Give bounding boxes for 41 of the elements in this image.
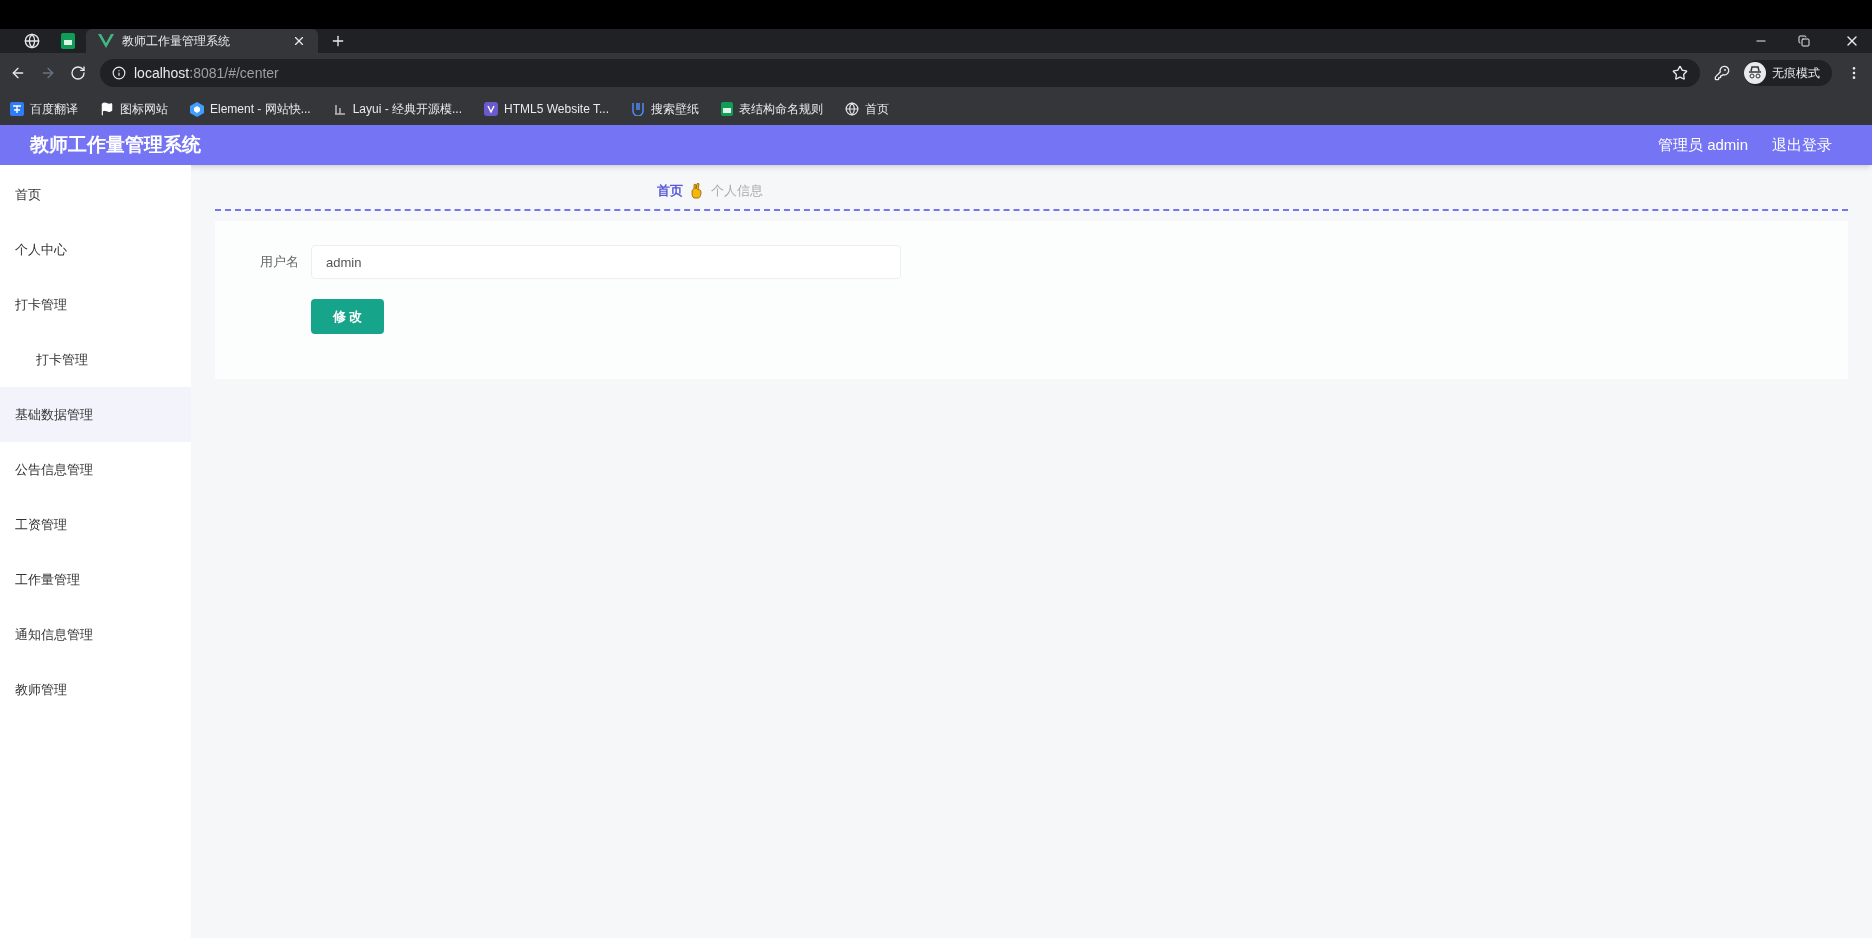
key-icon[interactable] xyxy=(1714,65,1730,81)
breadcrumb-current: 个人信息 xyxy=(710,182,763,201)
globe-icon xyxy=(24,33,40,49)
username-field[interactable]: admin xyxy=(311,245,901,279)
user-label: 管理员 admin xyxy=(1657,134,1748,155)
bookmark-item[interactable]: 表结构命名规则 xyxy=(721,100,831,118)
bookmark-star-icon[interactable] xyxy=(1672,65,1688,81)
address-bar[interactable]: localhost:8081/#/center xyxy=(100,59,1700,87)
bookmark-item[interactable]: Layui - 经典开源模... xyxy=(332,100,471,118)
incognito-badge[interactable]: 无痕模式 xyxy=(1744,60,1832,86)
url-text: localhost:8081/#/center xyxy=(134,63,279,83)
bookmark-item[interactable]: Element - 网站快... xyxy=(190,100,319,118)
bookmark-item[interactable]: 百度翻译 xyxy=(10,100,86,118)
flag-icon xyxy=(100,102,114,116)
close-icon[interactable] xyxy=(292,34,306,48)
sidebar-item[interactable]: 基础数据管理 xyxy=(0,387,191,442)
bookmark-item[interactable]: 图标网站 xyxy=(100,100,176,118)
spreadsheet-icon xyxy=(61,33,75,49)
bookmark-item[interactable]: 搜索壁纸 xyxy=(631,100,707,118)
field-label: 用户名 xyxy=(259,253,299,272)
u-logo-icon xyxy=(631,102,645,116)
logout-link[interactable]: 退出登录 xyxy=(1772,133,1832,157)
app-title: 教师工作量管理系统 xyxy=(30,132,201,157)
tab-title: 教师工作量管理系统 xyxy=(122,33,231,50)
globe-icon xyxy=(845,102,859,116)
breadcrumb-link[interactable]: 首页 xyxy=(656,181,683,201)
reload-icon[interactable] xyxy=(70,65,86,81)
forward-icon[interactable] xyxy=(40,65,56,81)
restore-icon[interactable] xyxy=(1798,35,1810,47)
info-icon xyxy=(112,66,126,80)
browser-tab[interactable]: 教师工作量管理系统 xyxy=(86,29,318,53)
spreadsheet-icon xyxy=(721,102,733,116)
hexagon-icon xyxy=(190,101,204,117)
incognito-icon xyxy=(1744,62,1766,84)
hand-icon xyxy=(690,183,703,199)
v-logo-icon xyxy=(98,34,114,48)
bookmark-item[interactable]: 首页 xyxy=(845,100,897,118)
back-icon[interactable] xyxy=(10,65,26,81)
translate-icon xyxy=(10,102,24,116)
new-tab-icon[interactable] xyxy=(330,33,346,49)
bookmark-item[interactable]: HTML5 Website T... xyxy=(484,100,617,118)
